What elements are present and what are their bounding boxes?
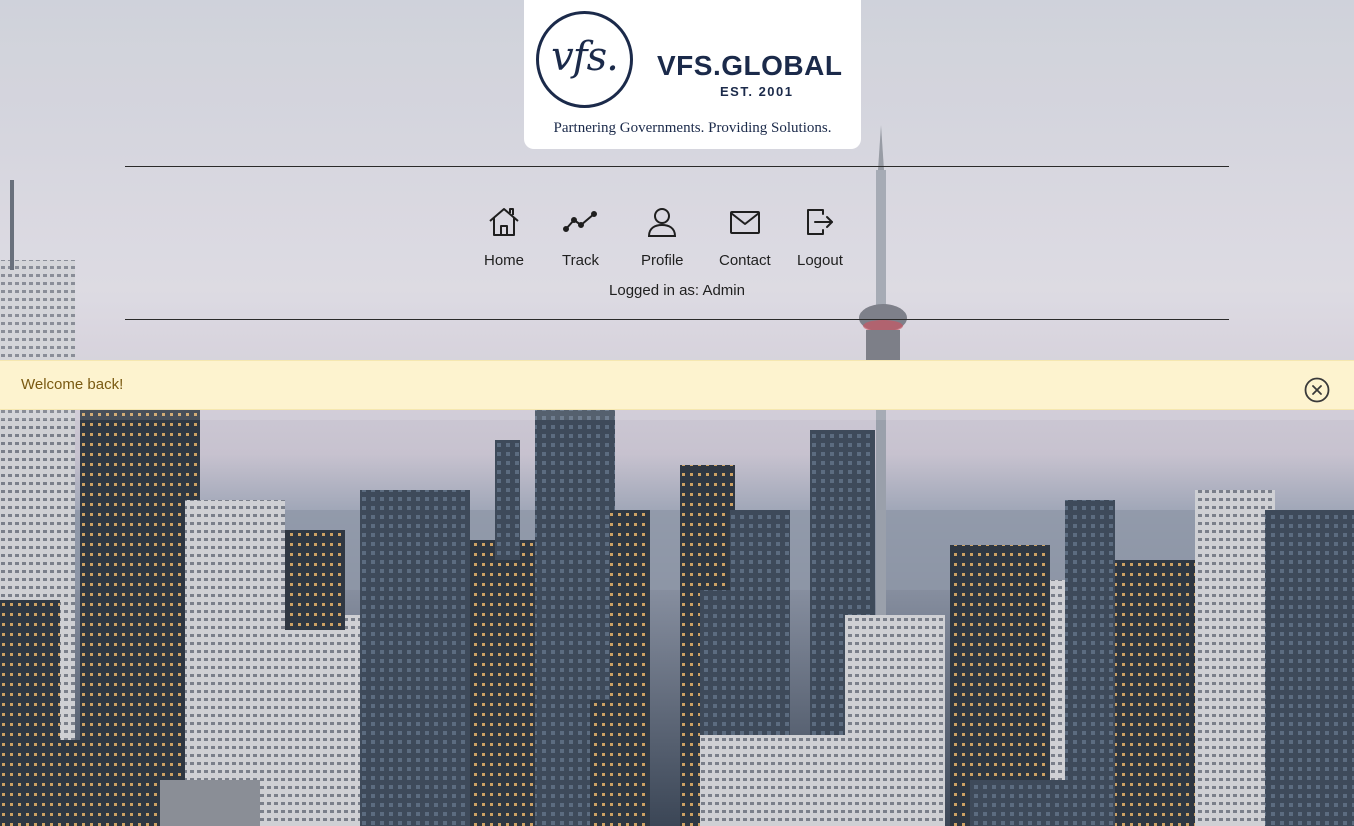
header-divider-top bbox=[125, 166, 1229, 167]
nav-label-profile: Profile bbox=[641, 252, 684, 269]
home-icon bbox=[487, 205, 521, 244]
logo-established: EST. 2001 bbox=[720, 84, 794, 99]
mail-icon bbox=[728, 205, 762, 244]
logo-mark: vfs. bbox=[551, 34, 619, 80]
nav-label-contact: Contact bbox=[719, 252, 771, 269]
close-circle-icon[interactable] bbox=[1304, 377, 1330, 403]
nav-label-home: Home bbox=[484, 252, 525, 269]
nav-label-logout: Logout bbox=[797, 252, 843, 269]
logo-emblem: vfs. bbox=[536, 11, 633, 108]
logout-icon bbox=[803, 205, 837, 244]
logo-brand-name: VFS.GLOBAL bbox=[657, 50, 843, 81]
logo-tagline: Partnering Governments. Providing Soluti… bbox=[553, 120, 832, 136]
logged-in-status: Logged in as: Admin bbox=[609, 282, 745, 299]
alert-message: Welcome back! bbox=[21, 376, 124, 393]
nav-label-track: Track bbox=[562, 252, 599, 269]
nav-item-logout[interactable]: Logout bbox=[797, 205, 843, 269]
nav-item-track[interactable]: Track bbox=[562, 205, 599, 269]
nav-item-contact[interactable]: Contact bbox=[719, 205, 771, 269]
track-icon bbox=[563, 205, 598, 244]
vfs-global-logo[interactable]: vfs. VFS.GLOBAL EST. 2001 Partnering Gov… bbox=[524, 0, 861, 149]
header-divider-bottom bbox=[125, 319, 1229, 320]
nav-item-home[interactable]: Home bbox=[484, 205, 524, 269]
user-icon bbox=[645, 205, 679, 244]
welcome-alert: Welcome back! bbox=[0, 360, 1354, 410]
nav-item-profile[interactable]: Profile bbox=[641, 205, 684, 269]
